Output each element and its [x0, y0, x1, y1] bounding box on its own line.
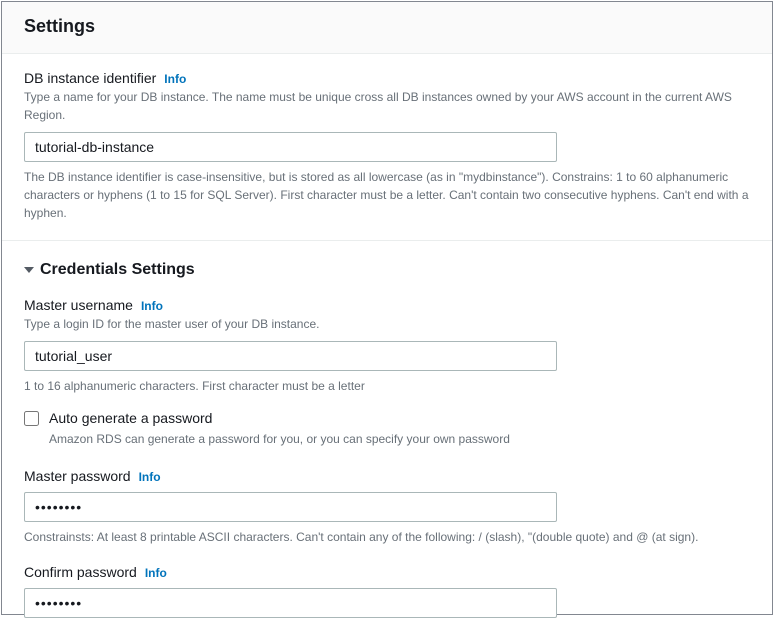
db-identifier-constraint: The DB instance identifier is case-insen… — [24, 168, 750, 222]
panel-header: Settings — [2, 2, 772, 54]
master-password-group: Master password Info Constrainsts: At le… — [24, 468, 750, 546]
auto-generate-description: Amazon RDS can generate a password for y… — [49, 430, 510, 448]
auto-generate-text: Auto generate a password Amazon RDS can … — [49, 409, 510, 448]
master-username-info-link[interactable]: Info — [141, 299, 163, 313]
db-identifier-label: DB instance identifier — [24, 70, 156, 86]
master-password-info-link[interactable]: Info — [139, 470, 161, 484]
confirm-password-label-row: Confirm password Info — [24, 564, 750, 580]
master-username-label: Master username — [24, 297, 133, 313]
master-username-group: Master username Info Type a login ID for… — [24, 297, 750, 448]
confirm-password-label: Confirm password — [24, 564, 137, 580]
db-identifier-group: DB instance identifier Info Type a name … — [24, 70, 750, 222]
master-password-input[interactable] — [24, 492, 557, 522]
master-password-label-row: Master password Info — [24, 468, 750, 484]
confirm-password-info-link[interactable]: Info — [145, 566, 167, 580]
credentials-section-title: Credentials Settings — [40, 261, 195, 279]
panel-body: DB instance identifier Info Type a name … — [2, 54, 772, 638]
confirm-password-input[interactable] — [24, 588, 557, 618]
confirm-password-group: Confirm password Info — [24, 564, 750, 618]
auto-generate-label: Auto generate a password — [49, 409, 510, 429]
master-username-constraint: 1 to 16 alphanumeric characters. First c… — [24, 377, 750, 395]
db-identifier-input[interactable] — [24, 132, 557, 162]
db-identifier-info-link[interactable]: Info — [164, 72, 186, 86]
db-identifier-label-row: DB instance identifier Info — [24, 70, 750, 86]
section-divider — [2, 240, 772, 241]
credentials-section-header[interactable]: Credentials Settings — [24, 261, 750, 279]
master-password-label: Master password — [24, 468, 131, 484]
master-password-constraint: Constrainsts: At least 8 printable ASCII… — [24, 528, 750, 546]
db-identifier-description: Type a name for your DB instance. The na… — [24, 88, 750, 124]
master-username-description: Type a login ID for the master user of y… — [24, 315, 750, 333]
panel-title: Settings — [24, 16, 750, 37]
master-username-label-row: Master username Info — [24, 297, 750, 313]
caret-down-icon — [24, 267, 34, 273]
auto-generate-checkbox[interactable] — [24, 411, 39, 426]
auto-generate-row: Auto generate a password Amazon RDS can … — [24, 409, 750, 448]
settings-panel: Settings DB instance identifier Info Typ… — [1, 1, 773, 615]
master-username-input[interactable] — [24, 341, 557, 371]
